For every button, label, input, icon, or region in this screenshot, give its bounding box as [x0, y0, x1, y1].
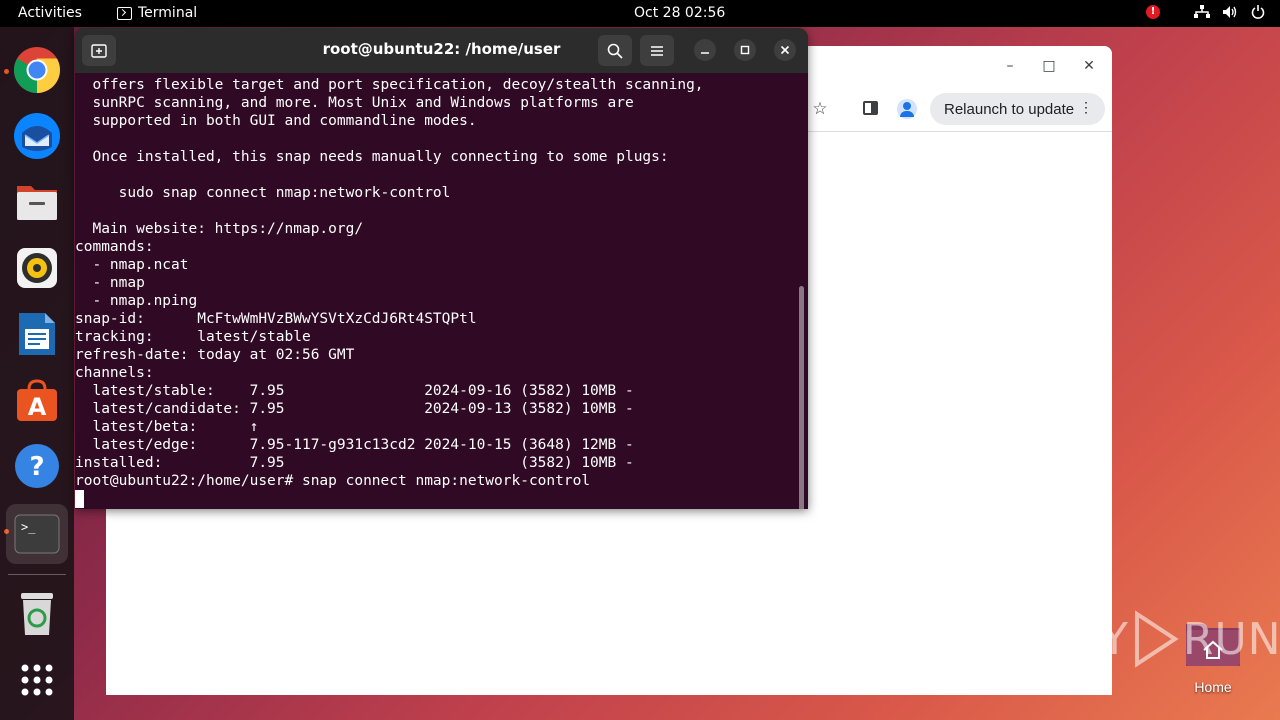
close-icon: [780, 45, 790, 55]
terminal-line: root@ubuntu22:/home/user# snap connect n…: [75, 473, 591, 489]
terminal-line: tracking: latest/stable: [75, 329, 311, 345]
watermark-text-left: ANY: [1036, 613, 1129, 665]
dock-separator: [8, 574, 66, 575]
dock-thunderbird[interactable]: [11, 110, 63, 162]
close-icon[interactable]: ✕: [1079, 56, 1099, 76]
terminal-line: installed: 7.95 (3582) 10MB -: [75, 455, 634, 471]
minimize-button[interactable]: [694, 39, 716, 61]
dock-software[interactable]: A: [11, 374, 63, 426]
terminal-line: - nmap: [75, 275, 145, 291]
dock-terminal[interactable]: >_: [6, 504, 68, 564]
system-tray[interactable]: !: [1146, 4, 1266, 20]
svg-text:?: ?: [29, 452, 44, 482]
hamburger-menu-icon: [651, 45, 663, 56]
terminal-cursor-line[interactable]: [75, 490, 800, 508]
app-menu[interactable]: Terminal: [117, 5, 197, 21]
dock-chrome[interactable]: [11, 44, 63, 96]
dock: A ? >_: [0, 27, 74, 720]
terminal-line: - nmap.ncat: [75, 257, 189, 273]
help-icon: ?: [15, 444, 59, 488]
alert-icon[interactable]: !: [1146, 5, 1160, 19]
minimize-icon: [701, 52, 709, 54]
power-icon: [1250, 4, 1266, 20]
dock-help[interactable]: ?: [11, 440, 63, 492]
home-folder-label[interactable]: Home: [1176, 679, 1250, 695]
terminal-line: snap-id: McFtwWmHVzBWwYSVtXzCdJ6Rt4STQPt…: [75, 311, 477, 327]
terminal-line: offers flexible target and port specific…: [75, 77, 704, 93]
relaunch-label: Relaunch to update: [944, 100, 1075, 118]
terminal-line: Main website: https://nmap.org/: [75, 221, 364, 237]
terminal-scrollbar[interactable]: [799, 286, 804, 509]
terminal-line: - nmap.nping: [75, 293, 198, 309]
maximize-icon[interactable]: □: [1039, 56, 1059, 76]
watermark-play-icon: [1134, 610, 1179, 668]
terminal-window[interactable]: root@ubuntu22: /home/user offers flexibl…: [75, 28, 808, 509]
chrome-icon: [14, 47, 60, 93]
relaunch-button[interactable]: Relaunch to update ⋮: [930, 93, 1105, 125]
watermark-text-right: RUN: [1182, 613, 1280, 665]
running-indicator: [4, 69, 9, 74]
volume-icon: [1222, 4, 1238, 20]
maximize-button[interactable]: [734, 39, 756, 61]
dock-rhythmbox[interactable]: [11, 242, 63, 294]
svg-text:A: A: [28, 393, 47, 421]
search-icon: [607, 43, 623, 59]
writer-icon: [19, 313, 55, 355]
app-grid-icon: [21, 664, 53, 696]
app-menu-label: Terminal: [138, 5, 198, 21]
terminal-small-icon: [117, 6, 132, 20]
terminal-line: channels:: [75, 365, 154, 381]
trash-icon: [21, 593, 53, 635]
svg-text:>_: >_: [21, 520, 36, 534]
terminal-line: commands:: [75, 239, 154, 255]
dock-show-apps[interactable]: [11, 654, 63, 706]
side-panel-icon[interactable]: [863, 101, 878, 115]
terminal-line: supported in both GUI and commandline mo…: [75, 113, 477, 129]
profile-icon[interactable]: [897, 99, 917, 119]
network-icon: [1194, 4, 1210, 20]
files-icon: [17, 186, 57, 220]
terminal-line: sudo snap connect nmap:network-control: [75, 185, 451, 201]
terminal-line: latest/edge: 7.95-117-g931c13cd2 2024-10…: [75, 437, 634, 453]
menu-button[interactable]: [640, 35, 674, 66]
rhythmbox-icon: [17, 248, 57, 288]
more-vert-icon[interactable]: ⋮: [1079, 99, 1093, 116]
thunderbird-icon: [14, 113, 60, 159]
terminal-line: refresh-date: today at 02:56 GMT: [75, 347, 355, 363]
close-button[interactable]: [774, 39, 796, 61]
bookmark-star-icon[interactable]: ☆: [810, 99, 830, 119]
software-icon: A: [17, 379, 57, 421]
terminal-output[interactable]: offers flexible target and port specific…: [75, 73, 800, 509]
clock[interactable]: Oct 28 02:56: [634, 5, 725, 21]
terminal-line: sunRPC scanning, and more. Most Unix and…: [75, 95, 634, 111]
dock-trash[interactable]: [11, 588, 63, 640]
dock-files[interactable]: [11, 176, 63, 228]
maximize-icon: [740, 45, 750, 55]
top-bar: Activities Terminal Oct 28 02:56 !: [0, 0, 1280, 27]
terminal-line: latest/stable: 7.95 2024-09-16 (3582) 10…: [75, 383, 634, 399]
minimize-icon[interactable]: –: [1000, 56, 1020, 76]
terminal-line: latest/candidate: 7.95 2024-09-13 (3582)…: [75, 401, 634, 417]
dock-writer[interactable]: [11, 308, 63, 360]
text-cursor: [75, 490, 84, 508]
terminal-headerbar[interactable]: root@ubuntu22: /home/user: [75, 28, 808, 73]
terminal-line: latest/beta: ↑: [75, 419, 259, 435]
anyrun-watermark: ANY RUN: [1036, 610, 1280, 668]
terminal-icon: >_: [14, 514, 60, 554]
search-button[interactable]: [598, 35, 632, 66]
terminal-line: Once installed, this snap needs manually…: [75, 149, 669, 165]
activities-button[interactable]: Activities: [18, 5, 82, 21]
